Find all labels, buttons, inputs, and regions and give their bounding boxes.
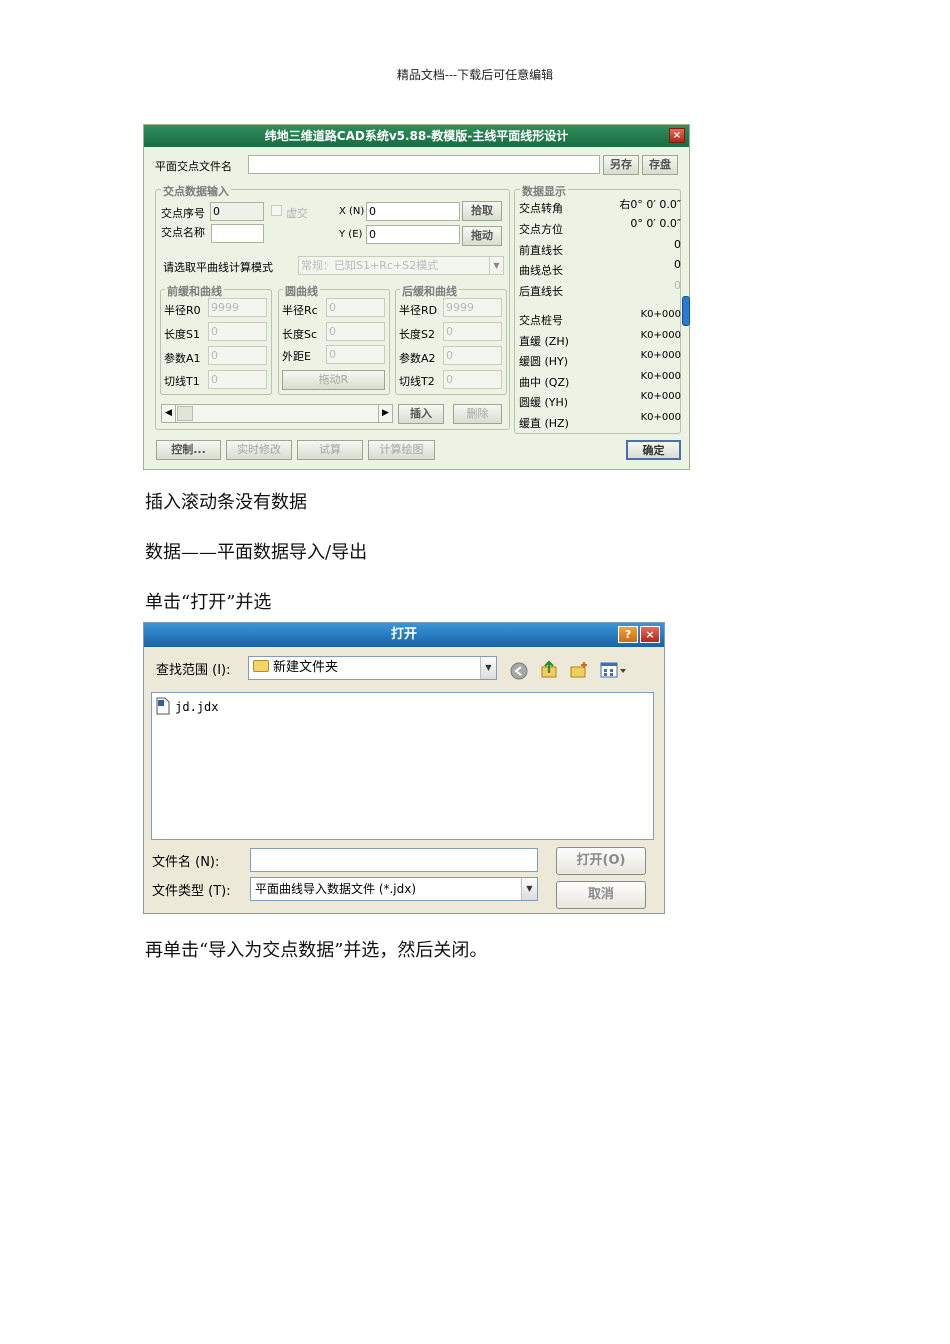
realtime-button[interactable]: 实时修改 — [226, 440, 292, 460]
filetype-label: 文件类型 (T): — [152, 884, 231, 899]
cad-titlebar: 纬地三维道路CAD系统v5.88-教模版-主线平面线形设计 × — [144, 125, 689, 147]
file-list[interactable]: jd.jdx — [151, 692, 654, 840]
paragraph-4: 再单击“导入为交点数据”并选，然后关闭。 — [145, 940, 488, 961]
mode-label: 请选取平曲线计算模式 — [163, 261, 273, 274]
mode-select[interactable]: 常规：已知S1+Rc+S2模式 ▼ — [298, 256, 504, 275]
e-label: 外距E — [282, 350, 311, 363]
trial-button[interactable]: 试算 — [297, 440, 363, 460]
new-folder-icon[interactable] — [570, 661, 588, 679]
help-icon[interactable]: ? — [618, 626, 638, 643]
a1-input[interactable]: 0 — [208, 346, 267, 365]
scroll-thumb[interactable] — [177, 406, 193, 421]
t2-input[interactable]: 0 — [443, 370, 502, 389]
y-input[interactable]: 0 — [366, 225, 460, 244]
open-button[interactable]: 打开(O) — [556, 847, 646, 875]
control-button[interactable]: 控制... — [156, 440, 221, 460]
scroll-right-icon[interactable]: ▶ — [378, 405, 392, 422]
t2-label: 切线T2 — [399, 375, 435, 388]
paragraph-3: 单击“打开”并选 — [145, 592, 272, 613]
folder-icon — [253, 660, 269, 672]
s2-label: 长度S2 — [399, 328, 435, 341]
file-name: jd.jdx — [175, 700, 219, 714]
cad-title: 纬地三维道路CAD系统v5.88-教模版-主线平面线形设计 — [264, 129, 569, 143]
e-input[interactable]: 0 — [326, 345, 385, 364]
rc-label: 半径Rc — [282, 304, 318, 317]
filename-input[interactable] — [250, 848, 538, 872]
mode-value: 常规：已知S1+Rc+S2模式 — [301, 259, 439, 272]
x-input[interactable]: 0 — [366, 202, 460, 221]
ok-button[interactable]: 确定 — [626, 440, 681, 460]
close-icon[interactable]: × — [669, 128, 685, 143]
file-label: 平面交点文件名 — [155, 160, 232, 173]
r0-input[interactable]: 9999 — [208, 298, 267, 317]
lookin-select[interactable]: 新建文件夹 ▼ — [248, 656, 497, 680]
s1-label: 长度S1 — [164, 328, 200, 341]
chevron-down-icon: ▼ — [489, 257, 503, 274]
scroll-left-icon[interactable]: ◀ — [162, 405, 176, 422]
view-menu-icon[interactable] — [600, 661, 628, 679]
drag-r-button[interactable]: 拖动R — [282, 370, 385, 390]
sc-label: 长度Sc — [282, 328, 318, 341]
circle-group-label: 圆曲线 — [283, 283, 320, 299]
rd-input[interactable]: 9999 — [443, 298, 502, 317]
rc-input[interactable]: 0 — [326, 298, 385, 317]
y-label: Y (E) — [339, 229, 363, 240]
seq-label: 交点序号 — [161, 207, 205, 220]
filetype-select[interactable]: 平面曲线导入数据文件 (*.jdx) ▼ — [250, 877, 538, 901]
side-tab-handle[interactable] — [682, 296, 690, 326]
a2-label: 参数A2 — [399, 352, 436, 365]
file-input[interactable] — [248, 155, 600, 174]
paragraph-1: 插入滚动条没有数据 — [145, 492, 307, 513]
open-title: 打开 — [390, 627, 417, 642]
a2-input[interactable]: 0 — [443, 346, 502, 365]
name-input[interactable] — [211, 224, 264, 243]
calc-draw-button[interactable]: 计算绘图 — [368, 440, 435, 460]
display-group-label: 数据显示 — [520, 183, 568, 199]
up-folder-icon[interactable] — [540, 660, 558, 678]
filetype-value: 平面曲线导入数据文件 (*.jdx) — [255, 882, 417, 896]
delete-button[interactable]: 删除 — [453, 404, 502, 424]
save-button[interactable]: 存盘 — [642, 155, 678, 175]
open-titlebar: 打开 ? × — [144, 623, 664, 647]
x-label: X (N) — [339, 206, 365, 217]
save-as-button[interactable]: 另存 — [603, 155, 639, 175]
s2-input[interactable]: 0 — [443, 322, 502, 341]
drag-button[interactable]: 拖动 — [462, 226, 502, 246]
record-scrollbar[interactable]: ◀ ▶ — [161, 404, 393, 423]
s1-input[interactable]: 0 — [208, 322, 267, 341]
t1-input[interactable]: 0 — [208, 370, 267, 389]
name-label: 交点名称 — [161, 226, 205, 239]
cad-dialog: 纬地三维道路CAD系统v5.88-教模版-主线平面线形设计 × 平面交点文件名 … — [143, 124, 690, 470]
virtual-label: 虚交 — [286, 207, 308, 220]
virtual-checkbox[interactable] — [271, 205, 282, 216]
input-group-label: 交点数据输入 — [161, 183, 231, 199]
front-group-label: 前缓和曲线 — [165, 283, 224, 299]
back-icon[interactable] — [510, 662, 528, 680]
seq-input[interactable]: 0 — [210, 202, 264, 221]
r0-label: 半径R0 — [164, 304, 201, 317]
t1-label: 切线T1 — [164, 375, 200, 388]
chevron-down-icon[interactable]: ▼ — [480, 657, 496, 679]
cancel-button[interactable]: 取消 — [556, 881, 646, 909]
rd-label: 半径RD — [399, 304, 438, 317]
lookin-label: 查找范围 (I): — [156, 663, 231, 678]
filename-label: 文件名 (N): — [152, 855, 220, 870]
paragraph-2: 数据——平面数据导入/导出 — [145, 542, 368, 563]
lookin-value: 新建文件夹 — [273, 660, 339, 675]
list-item[interactable]: jd.jdx — [155, 697, 219, 715]
pick-button[interactable]: 拾取 — [462, 201, 502, 221]
close-icon[interactable]: × — [640, 626, 660, 643]
sc-input[interactable]: 0 — [326, 322, 385, 341]
back-group-label: 后缓和曲线 — [400, 283, 459, 299]
open-dialog: 打开 ? × 查找范围 (I): 新建文件夹 ▼ jd.jdx 文件名 (N):… — [143, 622, 665, 914]
insert-button[interactable]: 插入 — [398, 404, 444, 424]
header-note: 精品文档---下载后可任意编辑 — [396, 68, 554, 82]
file-icon — [156, 697, 170, 715]
chevron-down-icon[interactable]: ▼ — [521, 878, 537, 900]
a1-label: 参数A1 — [164, 352, 201, 365]
